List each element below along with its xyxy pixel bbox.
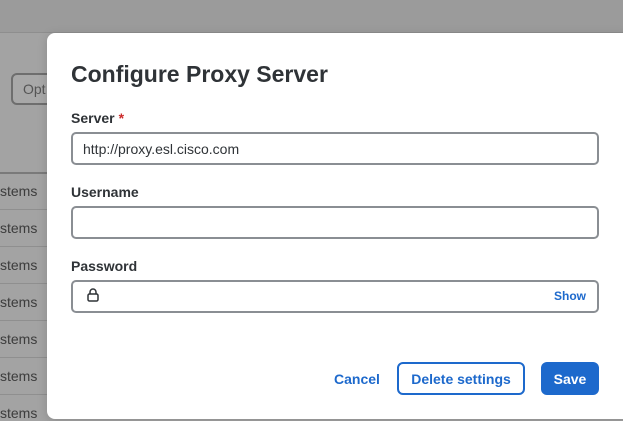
password-field[interactable]: Show xyxy=(71,280,599,313)
background-top-bar xyxy=(0,0,623,33)
required-indicator: * xyxy=(118,110,125,126)
server-label: Server * xyxy=(71,110,124,126)
server-label-text: Server xyxy=(71,110,115,126)
configure-proxy-dialog: Configure Proxy Server Server* Username … xyxy=(47,33,623,419)
username-label: Username xyxy=(71,184,139,200)
delete-settings-button[interactable]: Delete settings xyxy=(397,362,525,395)
server-input[interactable] xyxy=(71,132,599,165)
password-input[interactable] xyxy=(111,282,531,311)
save-button[interactable]: Save xyxy=(541,362,599,395)
username-input[interactable] xyxy=(71,206,599,239)
cancel-button[interactable]: Cancel xyxy=(327,362,387,395)
lock-icon xyxy=(87,288,99,302)
dialog-title: Configure Proxy Server xyxy=(71,61,328,87)
show-password-toggle[interactable]: Show xyxy=(554,289,586,303)
password-label: Password xyxy=(71,258,138,274)
